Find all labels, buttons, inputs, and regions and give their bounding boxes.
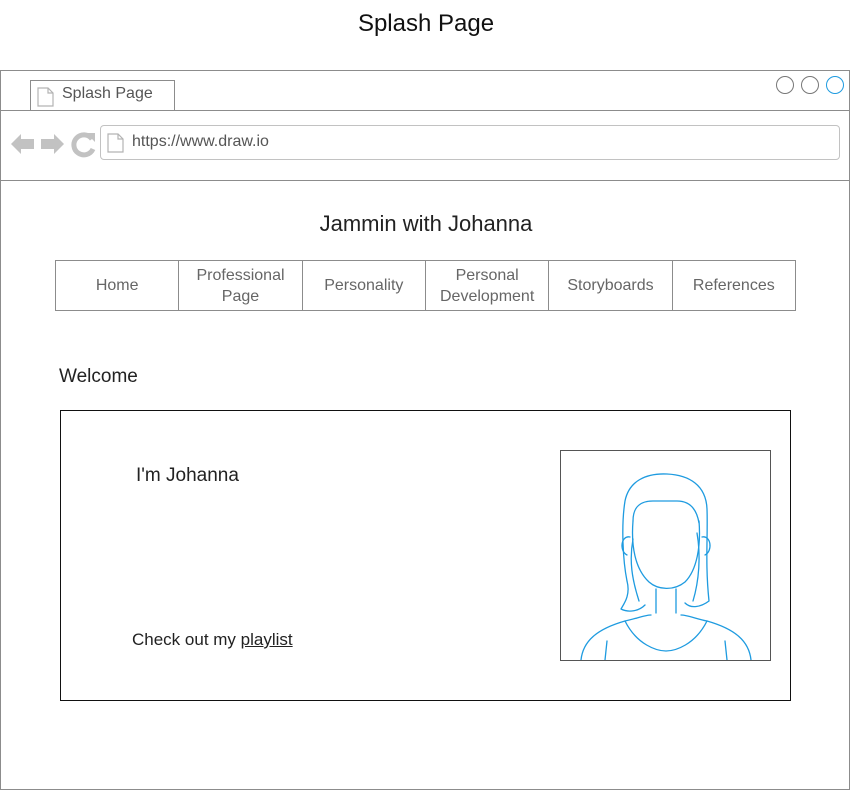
close-button[interactable] [826,76,844,94]
document-icon [37,87,54,112]
profile-photo-placeholder [560,450,771,661]
site-title: Jammin with Johanna [319,211,533,236]
nav-item-storyboards[interactable]: Storyboards [549,261,673,310]
person-placeholder-icon [580,473,752,660]
browser-nav-controls [10,130,96,163]
site-nav: Home Professional Page Personality Perso… [55,260,796,311]
tab-label: Splash Page [62,85,153,102]
playlist-prefix: Check out my [132,630,241,649]
back-arrow-icon[interactable] [11,134,34,154]
greeting-text: I'm Johanna [136,465,239,486]
maximize-button[interactable] [801,76,819,94]
minimize-button[interactable] [776,76,794,94]
welcome-heading: Welcome [59,366,138,387]
page-title: Splash Page [357,10,495,37]
nav-item-home[interactable]: Home [56,261,180,310]
toolbar-divider [1,180,849,181]
nav-item-references[interactable]: References [673,261,795,310]
playlist-callout: Check out my playlist [132,630,293,650]
nav-item-professional-page[interactable]: Professional Page [179,261,303,310]
forward-arrow-icon[interactable] [41,134,64,154]
tabstrip-divider [1,110,849,111]
playlist-link[interactable]: playlist [241,630,293,649]
document-icon [107,133,124,158]
reload-icon[interactable] [71,132,96,158]
nav-item-personality[interactable]: Personality [303,261,426,310]
url-text[interactable]: https://www.draw.io [132,133,269,151]
nav-item-personal-development[interactable]: Personal Development [426,261,550,310]
